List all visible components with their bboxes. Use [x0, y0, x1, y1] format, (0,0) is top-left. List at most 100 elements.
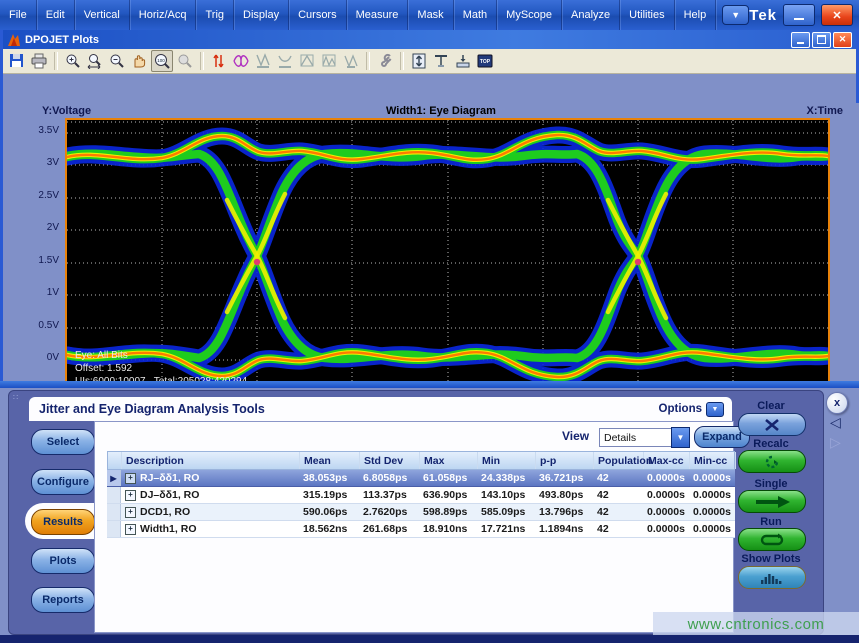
bottom-frame-strip [0, 635, 859, 643]
row-selector-icon [107, 487, 121, 503]
export-icon[interactable] [453, 51, 473, 71]
cell-min: 24.338ps [477, 470, 535, 486]
vertical-markers-icon[interactable] [209, 51, 229, 71]
menu-trig[interactable]: Trig [196, 0, 234, 30]
dpojet-app-icon [7, 33, 21, 47]
options-label[interactable]: Options [659, 403, 702, 415]
menu-display[interactable]: Display [234, 0, 289, 30]
view-dropdown-arrow[interactable]: ▼ [671, 427, 690, 448]
menu-dropdown-button[interactable]: ▼ [722, 5, 749, 25]
expand-row-icon[interactable]: + [125, 473, 136, 484]
nav-results-button[interactable]: Results [31, 509, 95, 535]
watermark: www.cntronics.com [653, 612, 859, 637]
zoom-disabled-icon[interactable] [175, 51, 195, 71]
menu-measure[interactable]: Measure [347, 0, 409, 30]
window-maximize-button[interactable] [812, 32, 831, 48]
eye-diagram-icon[interactable] [231, 51, 251, 71]
show-plots-icon [759, 571, 785, 585]
analysis-panel: ∷ Jitter and Eye Diagram Analysis Tools … [8, 390, 824, 635]
table-row[interactable]: +DCD1, RO 590.06ps 2.7620ps 598.89ps 585… [107, 504, 735, 521]
y-axis-title: Y:Voltage [42, 105, 91, 117]
clear-button[interactable] [738, 413, 806, 436]
col-min: Min [478, 452, 536, 469]
y-tick: 0V [9, 352, 59, 363]
cell-max-cc: 0.0000s [643, 470, 689, 486]
table-row[interactable]: +DJ–δδ1, RO 315.19ps 113.37ps 636.90ps 1… [107, 487, 735, 504]
menu-vertical[interactable]: Vertical [75, 0, 130, 30]
plot-region: Y:Voltage Width1: Eye Diagram X:Time 3.5… [6, 103, 859, 411]
cell-std-dev: 113.37ps [359, 487, 419, 503]
eye-diagram-canvas[interactable]: Eye: All Bits Offset: 1.592 UIs:6000:100… [65, 118, 830, 401]
bathtub-plot-icon[interactable] [275, 51, 295, 71]
y-tick: 3.5V [9, 125, 59, 136]
table-row[interactable]: ▶ +RJ–δδ1, RO 38.053ps 6.8058ps 61.058ps… [107, 470, 735, 487]
view-dropdown[interactable]: Details [599, 428, 677, 447]
spectrum-plot-icon[interactable] [319, 51, 339, 71]
wrench-icon[interactable] [375, 51, 395, 71]
histogram-plot-icon[interactable] [253, 51, 273, 71]
print-icon[interactable] [29, 51, 49, 71]
chevron-down-icon[interactable]: ▼ [706, 402, 724, 417]
show-plots-button[interactable] [738, 566, 806, 589]
toolbar-separator [400, 52, 404, 70]
save-icon[interactable] [7, 51, 27, 71]
menu-utilities[interactable]: Utilities [620, 0, 674, 30]
trend-plot-icon[interactable] [341, 51, 361, 71]
menu-help[interactable]: Help [675, 0, 717, 30]
cell-std-dev: 261.68ps [359, 521, 419, 537]
nav-select-button[interactable]: Select [31, 429, 95, 455]
fit-vertical-icon[interactable] [409, 51, 429, 71]
recalc-button[interactable] [738, 450, 806, 473]
window-minimize-button[interactable] [791, 32, 810, 48]
table-row[interactable]: +Width1, RO 18.562ns 261.68ps 18.910ns 1… [107, 521, 735, 538]
cell-mean: 38.053ps [299, 470, 359, 486]
app-close-button[interactable]: ✕ [821, 4, 853, 26]
minimize-icon [794, 18, 804, 20]
menu-math[interactable]: Math [454, 0, 497, 30]
menu-myscope[interactable]: MyScope [497, 0, 562, 30]
expand-row-icon[interactable]: + [125, 524, 136, 535]
cell-description: Width1, RO [140, 523, 196, 535]
mask-plot-icon[interactable] [297, 51, 317, 71]
cell-population: 42 [593, 470, 643, 486]
clear-x-icon [761, 419, 783, 431]
cell-min: 585.09ps [477, 504, 535, 520]
panel-close-button[interactable]: x [826, 392, 848, 414]
menu-file[interactable]: File [0, 0, 37, 30]
col-description: Description [122, 452, 300, 469]
show-plots-label: Show Plots [727, 553, 815, 565]
single-button[interactable] [738, 490, 806, 513]
zoom-100-icon[interactable]: 100 [151, 50, 173, 72]
options-group[interactable]: Options ▼ [659, 402, 732, 417]
top-view-icon[interactable]: TOP [475, 51, 495, 71]
zoom-in-icon[interactable] [63, 51, 83, 71]
collapse-right-icon[interactable]: ▷ [830, 434, 841, 451]
chevron-down-icon: ▼ [731, 10, 740, 20]
col-population: Population [594, 452, 644, 469]
table-header-row: Description Mean Std Dev Max Min p-p Pop… [107, 451, 735, 470]
minimize-icon [797, 42, 804, 44]
zoom-out-icon[interactable] [107, 51, 127, 71]
window-close-button[interactable]: ✕ [833, 32, 852, 48]
tek-logo: Tek [749, 7, 777, 24]
menu-analyze[interactable]: Analyze [562, 0, 620, 30]
pan-hand-icon[interactable] [129, 51, 149, 71]
screen: File Edit Vertical Horiz/Acq Trig Displa… [0, 0, 859, 643]
collapse-left-icon[interactable]: ◁ [830, 414, 841, 431]
menu-edit[interactable]: Edit [37, 0, 75, 30]
cursor-icon[interactable] [431, 51, 451, 71]
cell-p-p: 36.721ps [535, 470, 593, 486]
expand-row-icon[interactable]: + [125, 490, 136, 501]
app-minimize-button[interactable] [783, 4, 815, 26]
nav-reports-button[interactable]: Reports [31, 587, 95, 613]
col-min-cc: Min-cc [690, 452, 736, 469]
menu-horiz-acq[interactable]: Horiz/Acq [130, 0, 197, 30]
menu-cursors[interactable]: Cursors [289, 0, 347, 30]
nav-plots-button[interactable]: Plots [31, 548, 95, 574]
zoom-horizontal-icon[interactable] [85, 51, 105, 71]
run-button[interactable] [738, 528, 806, 551]
nav-configure-button[interactable]: Configure [31, 469, 95, 495]
header-spacer [108, 452, 122, 469]
menu-mask[interactable]: Mask [408, 0, 453, 30]
expand-row-icon[interactable]: + [125, 507, 136, 518]
